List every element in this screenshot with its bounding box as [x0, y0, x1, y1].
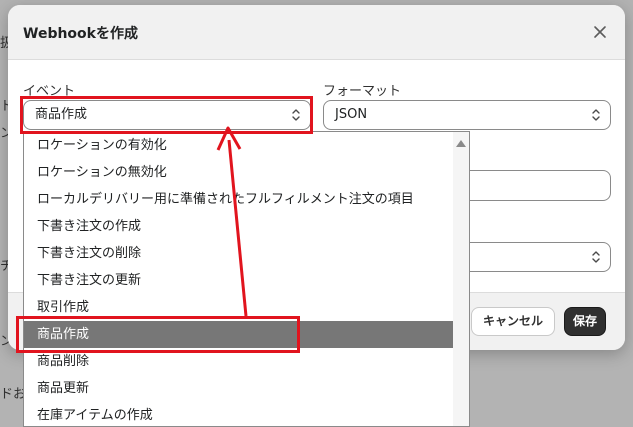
- annotation-arrow-icon: [216, 126, 248, 317]
